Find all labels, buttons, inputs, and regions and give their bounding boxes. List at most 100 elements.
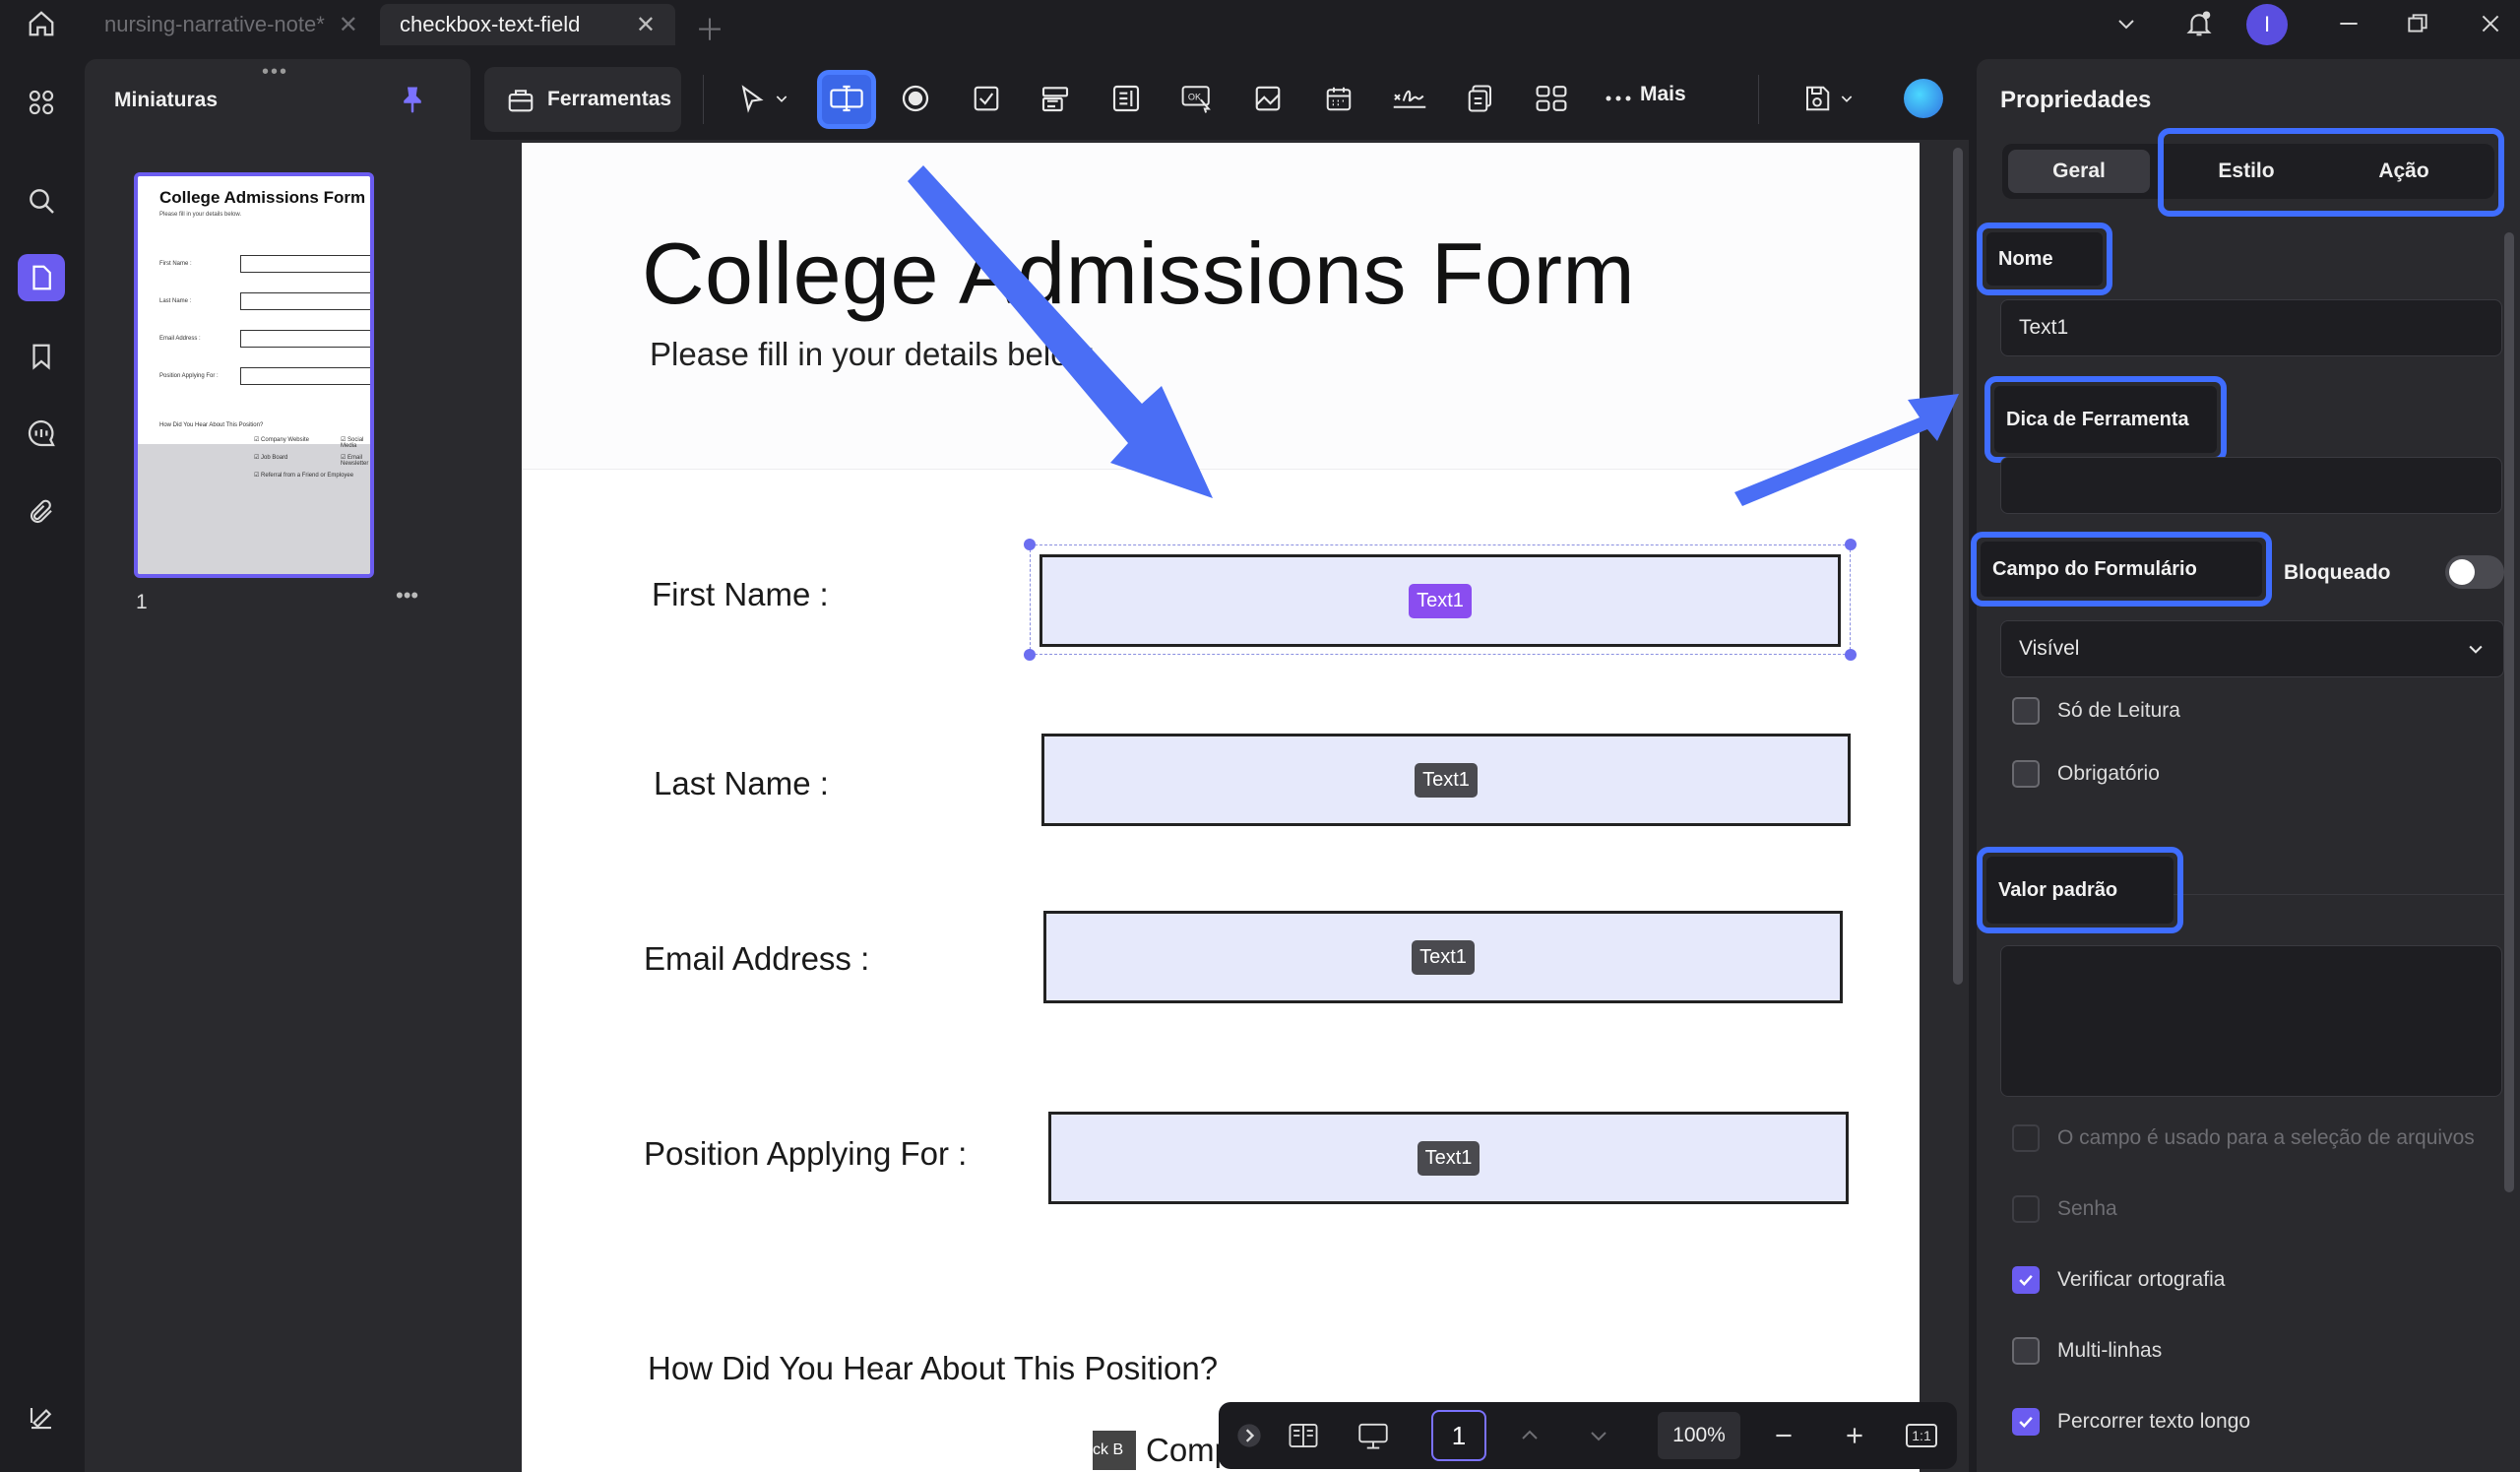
tooltip-input[interactable] bbox=[2000, 457, 2502, 514]
highlight-default-value-label: Valor padrão bbox=[1977, 847, 2183, 933]
document-scrollbar[interactable] bbox=[1953, 148, 1963, 985]
first-name-field[interactable]: Text1 bbox=[1040, 554, 1841, 647]
image-field-icon[interactable] bbox=[1246, 77, 1290, 120]
thumb-field bbox=[240, 330, 370, 348]
position-field[interactable]: Text1 bbox=[1048, 1112, 1849, 1204]
thumb-label: Last Name : bbox=[159, 298, 192, 304]
tab-checkbox-text-field[interactable]: checkbox-text-field ✕ bbox=[380, 4, 675, 45]
sign-icon[interactable] bbox=[18, 1394, 65, 1441]
properties-title: Propriedades bbox=[2000, 87, 2152, 113]
visibility-select[interactable]: Visível bbox=[2000, 620, 2504, 677]
save-icon[interactable] bbox=[1796, 77, 1839, 120]
last-name-field[interactable]: Text1 bbox=[1041, 734, 1851, 826]
previous-page-icon[interactable] bbox=[1510, 1414, 1549, 1457]
resize-handle[interactable] bbox=[1024, 649, 1036, 661]
tools-button[interactable]: Ferramentas bbox=[484, 67, 681, 132]
spell-check-row[interactable]: Verificar ortografia bbox=[2012, 1266, 2225, 1294]
attachment-icon[interactable] bbox=[18, 488, 65, 536]
close-window-icon[interactable] bbox=[2471, 4, 2510, 43]
presentation-icon[interactable] bbox=[1349, 1414, 1398, 1457]
spell-check-checkbox[interactable] bbox=[2012, 1266, 2040, 1294]
pages-icon[interactable] bbox=[18, 254, 65, 301]
panel-grip[interactable]: ••• bbox=[262, 61, 288, 84]
thumb-page-number: 1 bbox=[136, 591, 148, 613]
chevron-down-icon[interactable] bbox=[1837, 77, 1857, 120]
close-icon[interactable]: ✕ bbox=[339, 11, 358, 39]
password-row[interactable]: Senha bbox=[2012, 1195, 2117, 1223]
multiline-label: Multi-linhas bbox=[2057, 1339, 2163, 1362]
grid-fields-icon[interactable] bbox=[1530, 77, 1573, 120]
thumb-lower-area bbox=[138, 444, 370, 574]
minimize-icon[interactable] bbox=[2329, 4, 2368, 43]
zoom-level[interactable]: 100% bbox=[1658, 1412, 1740, 1459]
properties-scrollbar[interactable] bbox=[2504, 232, 2514, 1192]
search-icon[interactable] bbox=[18, 177, 65, 224]
file-select-row[interactable]: O campo é usado para a seleção de arquiv… bbox=[2012, 1124, 2475, 1152]
chevron-down-icon[interactable] bbox=[772, 77, 791, 120]
thumb-option-label: Email Newsletter bbox=[341, 455, 369, 467]
multiline-row[interactable]: Multi-linhas bbox=[2012, 1337, 2162, 1365]
resize-handle[interactable] bbox=[1024, 539, 1036, 550]
checkbox-icon[interactable] bbox=[965, 77, 1008, 120]
combo-box-icon[interactable] bbox=[1034, 77, 1077, 120]
read-only-checkbox[interactable] bbox=[2012, 697, 2040, 725]
pin-icon[interactable] bbox=[398, 85, 427, 119]
thumb-field bbox=[240, 292, 370, 310]
restore-icon[interactable] bbox=[2398, 4, 2437, 43]
notification-bell-icon[interactable] bbox=[2177, 4, 2221, 43]
scroll-long-text-row[interactable]: Percorrer texto longo bbox=[2012, 1408, 2250, 1436]
scroll-long-text-label: Percorrer texto longo bbox=[2057, 1410, 2251, 1433]
actual-size-button[interactable]: 1:1 bbox=[1902, 1414, 1941, 1457]
scroll-long-text-checkbox[interactable] bbox=[2012, 1408, 2040, 1436]
thumb-label: Email Address : bbox=[159, 336, 201, 342]
more-button[interactable]: Mais bbox=[1640, 83, 1686, 106]
checkbox-tag[interactable]: ck B bbox=[1093, 1431, 1136, 1470]
zoom-in-icon[interactable] bbox=[1835, 1414, 1874, 1457]
first-name-label: First Name : bbox=[652, 576, 829, 612]
more-options-icon[interactable]: ••• bbox=[396, 583, 418, 608]
required-checkbox[interactable] bbox=[2012, 760, 2040, 788]
required-row[interactable]: Obrigatório bbox=[2012, 760, 2160, 788]
file-select-checkbox[interactable] bbox=[2012, 1124, 2040, 1152]
locked-toggle[interactable] bbox=[2445, 555, 2504, 589]
close-icon[interactable]: ✕ bbox=[636, 11, 656, 39]
multiline-checkbox[interactable] bbox=[2012, 1337, 2040, 1365]
new-tab-button[interactable]: ＋ bbox=[695, 6, 724, 49]
name-input[interactable]: Text1 bbox=[2000, 299, 2502, 356]
comment-icon[interactable] bbox=[18, 410, 65, 457]
thumb-option-label: Job Board bbox=[261, 455, 288, 461]
list-box-icon[interactable] bbox=[1104, 77, 1148, 120]
apps-icon[interactable] bbox=[18, 79, 65, 126]
read-only-label: Só de Leitura bbox=[2057, 699, 2180, 722]
email-field[interactable]: Text1 bbox=[1043, 911, 1843, 1003]
last-name-label: Last Name : bbox=[654, 765, 829, 801]
form-subtitle: Please fill in your details below. bbox=[650, 336, 1100, 372]
home-button[interactable] bbox=[22, 6, 61, 41]
resize-handle[interactable] bbox=[1845, 539, 1857, 550]
field-name-tag: Text1 bbox=[1412, 939, 1475, 975]
chevron-down-icon[interactable] bbox=[2107, 4, 2146, 43]
password-checkbox[interactable] bbox=[2012, 1195, 2040, 1223]
tab-nursing-narrative-note[interactable]: nursing-narrative-note* ✕ bbox=[85, 4, 380, 45]
signature-field-icon[interactable] bbox=[1388, 77, 1431, 120]
page-number-input[interactable]: 1 bbox=[1431, 1410, 1486, 1461]
page-layout-icon[interactable] bbox=[1282, 1414, 1325, 1457]
radio-button-icon[interactable] bbox=[894, 77, 937, 120]
ai-assistant-icon[interactable] bbox=[1904, 79, 1943, 118]
copy-fields-icon[interactable] bbox=[1459, 77, 1502, 120]
date-field-icon[interactable] bbox=[1317, 77, 1360, 120]
avatar[interactable]: I bbox=[2246, 4, 2288, 45]
form-field-label: Campo do Formulário bbox=[1981, 542, 2262, 597]
button-ok-icon[interactable]: OK bbox=[1175, 77, 1219, 120]
read-only-row[interactable]: Só de Leitura bbox=[2012, 697, 2180, 725]
tab-geral[interactable]: Geral bbox=[2008, 150, 2150, 193]
default-value-textarea[interactable] bbox=[2000, 945, 2502, 1097]
zoom-out-icon[interactable] bbox=[1764, 1414, 1803, 1457]
select-cursor-icon[interactable] bbox=[730, 77, 774, 120]
bookmark-icon[interactable] bbox=[18, 333, 65, 380]
page-thumbnail[interactable]: College Admissions Form Please fill in y… bbox=[134, 172, 374, 578]
next-page-icon[interactable] bbox=[1579, 1414, 1618, 1457]
position-label: Position Applying For : bbox=[644, 1135, 968, 1172]
resize-handle[interactable] bbox=[1845, 649, 1857, 661]
collapse-icon[interactable] bbox=[1232, 1414, 1266, 1457]
